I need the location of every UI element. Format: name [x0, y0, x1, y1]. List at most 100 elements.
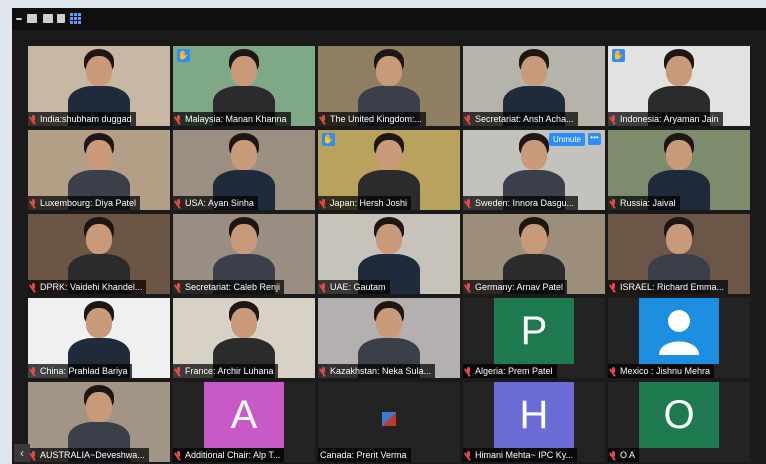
participant-tile[interactable]: USA: Ayan Sinha [173, 130, 315, 210]
participant-tile[interactable]: Mexico : Jishnu Mehra [608, 298, 750, 378]
participant-tile[interactable]: France: Archir Luhana [173, 298, 315, 378]
participant-face [521, 140, 547, 170]
speaker-view-icon[interactable] [27, 14, 37, 23]
participant-name: Algeria: Prem Patel [475, 366, 553, 376]
participant-face [231, 56, 257, 86]
participant-avatar: H [494, 382, 574, 448]
participant-tile[interactable]: A Additional Chair: Alp T... [173, 382, 315, 462]
raised-hand-icon: ✋ [177, 49, 190, 62]
participant-tile[interactable]: OO A [608, 382, 750, 462]
participant-name-label: Kazakhstan: Neka Sula... [318, 364, 436, 378]
person-icon [659, 310, 699, 355]
participant-name: Luxembourg: Diya Patel [40, 198, 137, 208]
participant-tile[interactable]: UAE: Gautam [318, 214, 460, 294]
participant-name-label: Himani Mehta~ IPC Ky... [463, 448, 578, 462]
participant-face [666, 224, 692, 254]
participant-name: O A [620, 450, 636, 460]
participant-tile[interactable]: Kazakhstan: Neka Sula... [318, 298, 460, 378]
participant-face [86, 392, 112, 422]
participant-tile[interactable]: ✋ Japan: Hersh Joshi [318, 130, 460, 210]
participant-name-label: Russia: Jaival [608, 196, 680, 210]
participant-name-label: China: Prahlad Bariya [28, 364, 132, 378]
participant-name-label: Germany: Arnav Patel [463, 280, 568, 294]
grid-icon[interactable] [70, 13, 81, 24]
muted-mic-icon [175, 366, 182, 376]
participant-face [86, 140, 112, 170]
participant-avatar: A [204, 382, 284, 448]
participant-name: China: Prahlad Bariya [40, 366, 128, 376]
participant-name: Malaysia: Manan Khanna [185, 114, 287, 124]
participant-face [231, 224, 257, 254]
participant-name: DPRK: Vaidehi Khandel... [40, 282, 143, 292]
participant-avatar: O [639, 382, 719, 448]
gallery-view-icon[interactable] [43, 14, 53, 23]
participant-tile[interactable]: H Himani Mehta~ IPC Ky... [463, 382, 605, 462]
participant-tile[interactable]: P Algeria: Prem Patel [463, 298, 605, 378]
video-off-icon [382, 412, 396, 426]
previous-page-button[interactable]: ‹ [14, 444, 30, 462]
participant-name-label: Secretariat: Ansh Acha... [463, 112, 578, 126]
participant-face [666, 140, 692, 170]
participant-name-label: India:shubham duggad [28, 112, 136, 126]
participant-tile[interactable]: Secretariat: Ansh Acha... [463, 46, 605, 126]
participant-name-label: DPRK: Vaidehi Khandel... [28, 280, 147, 294]
raised-hand-icon: ✋ [322, 133, 335, 146]
participant-name-label: O A [608, 448, 640, 462]
muted-mic-icon [30, 366, 37, 376]
muted-mic-icon [610, 282, 617, 292]
participant-name-label: Canada: Prerit Verma [318, 448, 411, 462]
participant-tile[interactable]: DPRK: Vaidehi Khandel... [28, 214, 170, 294]
participant-tile[interactable]: China: Prahlad Bariya [28, 298, 170, 378]
participant-name: UAE: Gautam [330, 282, 386, 292]
participant-name-label: The United Kingdom:... [318, 112, 427, 126]
muted-mic-icon [30, 450, 37, 460]
participant-face [666, 56, 692, 86]
participant-tile[interactable]: Russia: Jaival [608, 130, 750, 210]
participant-tile[interactable]: The United Kingdom:... [318, 46, 460, 126]
toolbar [12, 8, 766, 30]
participant-face [521, 56, 547, 86]
muted-mic-icon [320, 282, 327, 292]
participant-name: India:shubham duggad [40, 114, 132, 124]
participant-name-label: Secretariat: Caleb Renji [173, 280, 285, 294]
participant-face [376, 308, 402, 338]
participant-name: Canada: Prerit Verma [320, 450, 407, 460]
muted-mic-icon [465, 282, 472, 292]
participant-avatar [639, 298, 719, 364]
participant-face [376, 140, 402, 170]
participant-name: Japan: Hersh Joshi [330, 198, 408, 208]
muted-mic-icon [30, 114, 37, 124]
participant-face [376, 224, 402, 254]
participant-name: Additional Chair: Alp T... [185, 450, 281, 460]
muted-mic-icon [610, 114, 617, 124]
participant-name: The United Kingdom:... [330, 114, 423, 124]
participant-tile[interactable]: India:shubham duggad [28, 46, 170, 126]
layout-icon[interactable] [57, 14, 65, 23]
participant-face [376, 56, 402, 86]
participant-tile[interactable]: Luxembourg: Diya Patel [28, 130, 170, 210]
participant-face [231, 140, 257, 170]
participant-tile[interactable]: ISRAEL: Richard Emma... [608, 214, 750, 294]
participant-tile[interactable]: AUSTRALIA~Deveshwa... [28, 382, 170, 462]
participant-name-label: Malaysia: Manan Khanna [173, 112, 291, 126]
participant-tile[interactable]: ✋ Malaysia: Manan Khanna [173, 46, 315, 126]
muted-mic-icon [610, 366, 617, 376]
unmute-button[interactable]: Unmute [548, 133, 585, 146]
participant-name: AUSTRALIA~Deveshwa... [40, 450, 145, 460]
participant-tile[interactable]: ✋ Indonesia: Aryaman Jain [608, 46, 750, 126]
participant-face [86, 224, 112, 254]
muted-mic-icon [175, 282, 182, 292]
participant-tile[interactable]: Unmute ••• Sweden: Innora Dasgu... [463, 130, 605, 210]
participant-face [86, 308, 112, 338]
participant-name-label: Additional Chair: Alp T... [173, 448, 285, 462]
more-options-button[interactable]: ••• [588, 133, 601, 145]
participant-tile[interactable]: Canada: Prerit Verma [318, 382, 460, 462]
participant-name: Kazakhstan: Neka Sula... [330, 366, 432, 376]
participant-name: Mexico : Jishnu Mehra [620, 366, 711, 376]
participant-tile[interactable]: Secretariat: Caleb Renji [173, 214, 315, 294]
participant-name: Indonesia: Aryaman Jain [620, 114, 719, 124]
muted-mic-icon [320, 366, 327, 376]
minimize-icon[interactable] [16, 18, 22, 20]
participant-tile[interactable]: Germany: Arnav Patel [463, 214, 605, 294]
muted-mic-icon [610, 198, 617, 208]
